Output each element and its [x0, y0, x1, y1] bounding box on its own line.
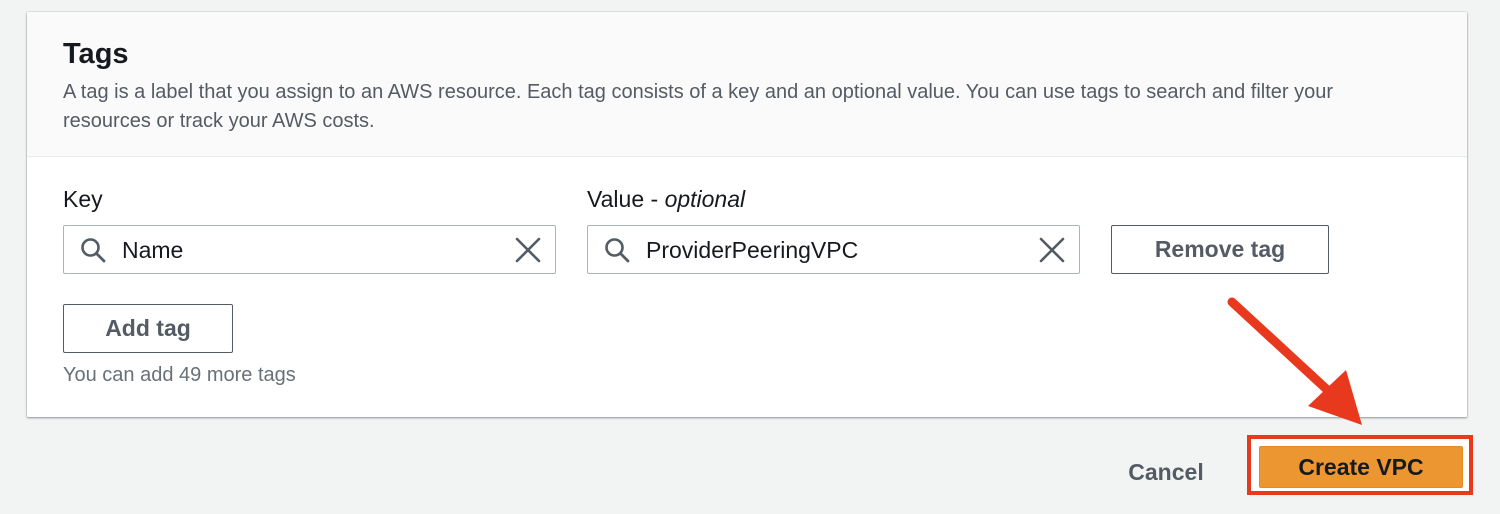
- arrow-annotation: [1227, 297, 1362, 425]
- tags-panel-header: Tags A tag is a label that you assign to…: [27, 12, 1467, 157]
- search-icon: [81, 238, 106, 263]
- value-label-text: Value -: [587, 186, 665, 212]
- search-icon: [605, 238, 630, 263]
- tag-value-field[interactable]: [587, 225, 1080, 274]
- close-icon[interactable]: [1039, 237, 1065, 263]
- page-title: Tags: [63, 38, 129, 70]
- tags-description: A tag is a label that you assign to an A…: [63, 81, 1334, 132]
- tag-value-input[interactable]: [646, 226, 1006, 274]
- add-tag-button[interactable]: Add tag: [63, 304, 233, 353]
- remove-tag-button[interactable]: Remove tag: [1111, 225, 1329, 274]
- cancel-button[interactable]: Cancel: [1116, 452, 1216, 492]
- value-label: Value - optional: [587, 184, 745, 214]
- tags-remaining-hint: You can add 49 more tags: [63, 364, 296, 386]
- key-label: Key: [63, 186, 103, 212]
- close-icon[interactable]: [515, 237, 541, 263]
- optional-label: optional: [664, 186, 746, 212]
- tag-key-field[interactable]: [63, 225, 556, 274]
- create-vpc-button[interactable]: Create VPC: [1259, 446, 1463, 488]
- tag-key-input[interactable]: [122, 226, 482, 274]
